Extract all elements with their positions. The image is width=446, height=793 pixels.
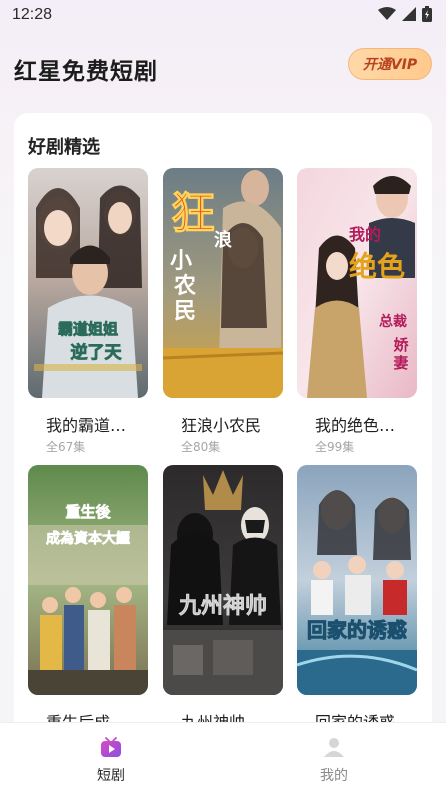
vip-button[interactable]: 开通VIP [348, 48, 432, 80]
drama-poster[interactable]: 九州神帅 [163, 465, 283, 695]
wifi-icon [378, 7, 396, 20]
bottom-tab-bar: 短剧 我的 [0, 722, 446, 793]
svg-text:民: 民 [174, 298, 196, 324]
drama-episodes: 全67集 [46, 440, 86, 454]
drama-episodes: 全80集 [181, 440, 221, 454]
cellular-signal-icon [402, 7, 416, 21]
drama-item[interactable]: 回家的诱惑 回家的诱惑 [297, 465, 417, 733]
svg-text:总裁: 总裁 [379, 313, 407, 330]
status-bar: 12:28 [0, 0, 446, 30]
status-time: 12:28 [12, 6, 53, 23]
drama-item[interactable]: 重生後 成為資本大鱷 重生后成… [28, 465, 148, 733]
user-icon [324, 738, 344, 757]
svg-text:重生後: 重生後 [65, 503, 111, 521]
drama-item[interactable]: 九州神帅 九州神帅 [163, 465, 283, 733]
app-header: 红星免费短剧 开通VIP [0, 44, 446, 88]
drama-episodes: 全99集 [315, 440, 355, 454]
drama-poster[interactable]: 狂 浪 小 农 民 [163, 168, 283, 398]
tab-mine[interactable]: 我的 [294, 735, 374, 785]
drama-item[interactable]: 霸道姐姐 逆了天 我的霸道… 全67集 [28, 168, 148, 455]
svg-text:狂: 狂 [171, 188, 215, 239]
drama-title: 我的霸道… [46, 416, 127, 435]
drama-item[interactable]: 我的 绝色 总裁 娇 妻 我的绝色… 全99集 [297, 168, 417, 455]
tab-label: 短剧 [97, 768, 125, 784]
drama-poster[interactable]: 霸道姐姐 逆了天 [28, 168, 148, 398]
drama-item[interactable]: 狂 浪 小 农 民 狂浪小农民 全80集 [163, 168, 283, 455]
svg-text:妻: 妻 [393, 354, 408, 372]
app-title: 红星免费短剧 [14, 59, 158, 85]
svg-text:小: 小 [170, 248, 192, 274]
play-tv-icon [101, 737, 121, 757]
tab-short-drama[interactable]: 短剧 [71, 735, 151, 785]
svg-text:我的: 我的 [349, 225, 381, 244]
tab-label: 我的 [320, 768, 348, 784]
status-icons [378, 6, 432, 22]
drama-poster[interactable]: 重生後 成為資本大鱷 [28, 465, 148, 695]
svg-text:成為資本大鱷: 成為資本大鱷 [46, 530, 130, 547]
drama-poster[interactable]: 我的 绝色 总裁 娇 妻 [297, 168, 417, 398]
svg-text:农: 农 [173, 273, 196, 299]
section-title: 好剧精选 [28, 137, 100, 158]
drama-poster[interactable]: 回家的诱惑 [297, 465, 417, 695]
drama-title: 我的绝色… [315, 416, 396, 435]
svg-text:逆了天: 逆了天 [71, 342, 123, 363]
svg-text:霸道姐姐: 霸道姐姐 [58, 320, 118, 338]
featured-card: 好剧精选 霸道姐姐 逆了天 我的霸道… 全67集 狂 浪 小 农 民 狂浪小农民… [14, 113, 432, 753]
svg-text:浪: 浪 [214, 229, 232, 251]
svg-text:回家的诱惑: 回家的诱惑 [307, 618, 407, 642]
drama-title: 狂浪小农民 [181, 416, 262, 435]
battery-icon [422, 6, 432, 22]
svg-text:九州神帅: 九州神帅 [178, 593, 267, 619]
svg-text:绝色: 绝色 [349, 250, 405, 283]
svg-text:娇: 娇 [393, 336, 409, 354]
